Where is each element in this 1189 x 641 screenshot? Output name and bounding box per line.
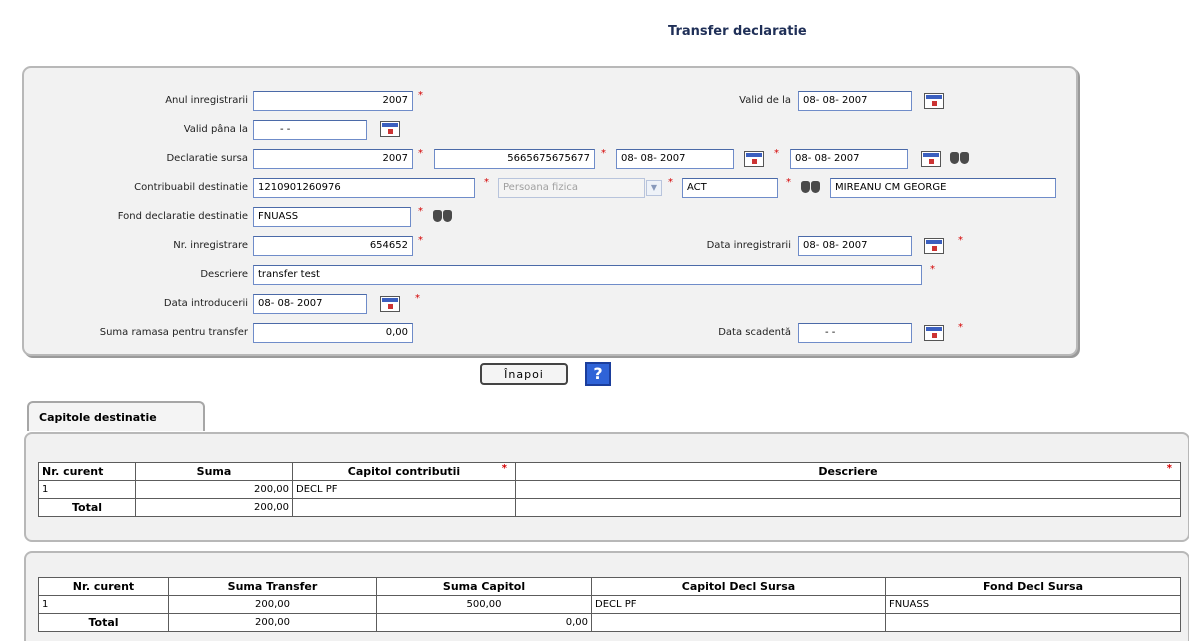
suma-label: Suma ramasa pentru transfer bbox=[99, 327, 248, 338]
valid-de-la-label: Valid de la bbox=[739, 95, 791, 106]
anul-label: Anul inregistrarii bbox=[165, 95, 248, 106]
col-descriere-label: Descriere bbox=[818, 465, 878, 478]
valid-de-la-field[interactable]: 08- 08- 2007 bbox=[798, 91, 912, 111]
decl-sursa-label: Declaratie sursa bbox=[166, 153, 248, 164]
fond-field[interactable]: FNUASS bbox=[253, 207, 411, 227]
cell-suma: 200,00 bbox=[135, 480, 293, 499]
cell-total-suma: 200,00 bbox=[135, 498, 293, 517]
col-nr-curent: Nr. curent bbox=[38, 462, 136, 481]
contrib-label: Contribuabil destinatie bbox=[134, 182, 248, 193]
cell-total-label: Total bbox=[38, 613, 169, 632]
col-capitol-label: Capitol contributii bbox=[347, 465, 461, 478]
valid-pana-field[interactable]: - - bbox=[253, 120, 367, 140]
calendar-icon[interactable] bbox=[924, 93, 944, 109]
cell-descriere bbox=[515, 480, 1181, 499]
cell-capitol: DECL PF bbox=[292, 480, 516, 499]
valid-pana-label: Valid pâna la bbox=[183, 124, 248, 135]
calendar-icon[interactable] bbox=[744, 151, 764, 167]
col-fond-decl-sursa: Fond Decl Sursa bbox=[885, 577, 1181, 596]
required-mark: * bbox=[1166, 463, 1172, 474]
binoculars-icon[interactable] bbox=[949, 148, 971, 166]
cell-total-transfer: 200,00 bbox=[168, 613, 377, 632]
binoculars-icon[interactable] bbox=[432, 206, 454, 224]
calendar-icon[interactable] bbox=[924, 238, 944, 254]
required-mark: * bbox=[668, 177, 673, 188]
col-suma: Suma bbox=[135, 462, 293, 481]
required-mark: * bbox=[930, 264, 935, 275]
required-mark: * bbox=[415, 293, 420, 304]
required-mark: * bbox=[501, 463, 507, 474]
cell-total-label: Total bbox=[38, 498, 136, 517]
decl-sursa-date2-field[interactable]: 08- 08- 2007 bbox=[790, 149, 908, 169]
suma-field[interactable]: 0,00 bbox=[253, 323, 413, 343]
col-descriere: Descriere * bbox=[515, 462, 1181, 481]
required-mark: * bbox=[774, 148, 779, 159]
cell-nr: 1 bbox=[38, 595, 169, 614]
tab-capitole-destinatie[interactable]: Capitole destinatie bbox=[27, 401, 205, 431]
calendar-icon[interactable] bbox=[380, 296, 400, 312]
decl-sursa-year-field[interactable]: 2007 bbox=[253, 149, 413, 169]
required-mark: * bbox=[484, 177, 489, 188]
data-intro-label: Data introducerii bbox=[163, 298, 248, 309]
fond-label: Fond declaratie destinatie bbox=[117, 211, 248, 222]
data-intro-field[interactable]: 08- 08- 2007 bbox=[253, 294, 367, 314]
contrib-type-select[interactable]: Persoana fizica bbox=[498, 178, 645, 198]
cell-fond-decl: FNUASS bbox=[885, 595, 1181, 614]
col-suma-transfer: Suma Transfer bbox=[168, 577, 377, 596]
nr-inreg-field[interactable]: 654652 bbox=[253, 236, 413, 256]
required-mark: * bbox=[418, 148, 423, 159]
cell-capitol-decl: DECL PF bbox=[591, 595, 886, 614]
col-nr-curent: Nr. curent bbox=[38, 577, 169, 596]
data-inreg-label: Data inregistrarii bbox=[706, 240, 791, 251]
cell-nr: 1 bbox=[38, 480, 136, 499]
calendar-icon[interactable] bbox=[924, 325, 944, 341]
col-suma-capitol: Suma Capitol bbox=[376, 577, 592, 596]
data-scad-label: Data scadentă bbox=[718, 327, 791, 338]
cell-total-capitol bbox=[292, 498, 516, 517]
inapoi-button[interactable]: Înapoi bbox=[480, 363, 568, 385]
calendar-icon[interactable] bbox=[921, 151, 941, 167]
cell-total-fond-decl bbox=[885, 613, 1181, 632]
required-mark: * bbox=[958, 235, 963, 246]
transfer-table: Nr. curent Suma Transfer Suma Capitol Ca… bbox=[38, 577, 1181, 632]
chevron-down-icon[interactable]: ▼ bbox=[646, 180, 662, 196]
contrib-code-field[interactable]: ACT bbox=[682, 178, 778, 198]
required-mark: * bbox=[958, 322, 963, 333]
cell-total-descriere bbox=[515, 498, 1181, 517]
nr-inreg-label: Nr. inregistrare bbox=[173, 240, 248, 251]
contrib-field[interactable]: 1210901260976 bbox=[253, 178, 475, 198]
col-capitol-contributii: Capitol contributii * bbox=[292, 462, 516, 481]
table-total-row: Total 200,00 bbox=[38, 498, 1181, 517]
anul-field[interactable]: 2007 bbox=[253, 91, 413, 111]
col-capitol-decl-sursa: Capitol Decl Sursa bbox=[591, 577, 886, 596]
required-mark: * bbox=[786, 177, 791, 188]
decl-sursa-date1-field[interactable]: 08- 08- 2007 bbox=[616, 149, 734, 169]
required-mark: * bbox=[418, 90, 423, 101]
required-mark: * bbox=[601, 148, 606, 159]
required-mark: * bbox=[418, 206, 423, 217]
table-row[interactable]: 1 200,00 DECL PF bbox=[38, 480, 1181, 499]
cell-suma-capitol: 500,00 bbox=[376, 595, 592, 614]
calendar-icon[interactable] bbox=[380, 121, 400, 137]
contrib-name-field[interactable]: MIREANU CM GEORGE bbox=[830, 178, 1056, 198]
data-inreg-field[interactable]: 08- 08- 2007 bbox=[798, 236, 912, 256]
cell-suma-transfer: 200,00 bbox=[168, 595, 377, 614]
data-scad-field[interactable]: - - bbox=[798, 323, 912, 343]
cell-total-capitol-decl bbox=[591, 613, 886, 632]
cell-total-capitol: 0,00 bbox=[376, 613, 592, 632]
required-mark: * bbox=[418, 235, 423, 246]
table-total-row: Total 200,00 0,00 bbox=[38, 613, 1181, 632]
descriere-label: Descriere bbox=[200, 269, 248, 280]
capitole-table: Nr. curent Suma Capitol contributii * Des… bbox=[38, 462, 1181, 517]
decl-sursa-nr-field[interactable]: 5665675675677 bbox=[434, 149, 595, 169]
descriere-field[interactable]: transfer test bbox=[253, 265, 922, 285]
table-row[interactable]: 1 200,00 500,00 DECL PF FNUASS bbox=[38, 595, 1181, 614]
binoculars-icon[interactable] bbox=[800, 177, 822, 195]
help-icon[interactable]: ? bbox=[585, 362, 611, 386]
